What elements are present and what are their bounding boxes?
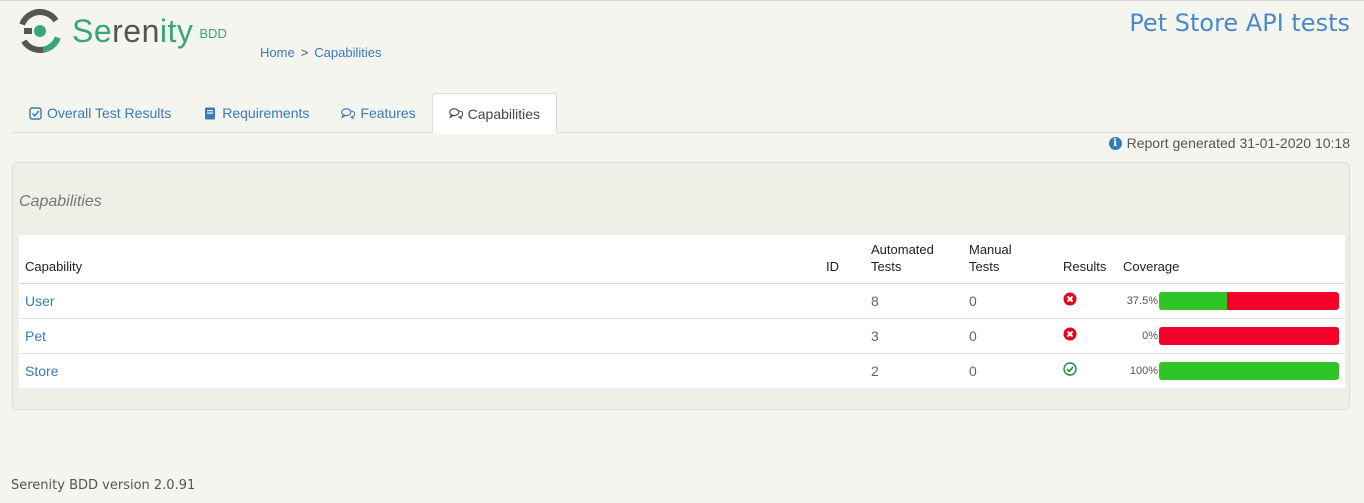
column-header-results[interactable]: Results (1057, 235, 1117, 284)
table-row: User 8 0 37.5% (19, 283, 1345, 319)
column-header-coverage[interactable]: Coverage (1117, 235, 1345, 284)
coverage-bar-fill (1159, 361, 1339, 380)
result-cell (1057, 283, 1117, 319)
capabilities-table: Capability ID Automated Tests Manual Tests… (19, 235, 1345, 388)
coverage-cell: 0% (1117, 318, 1345, 354)
tab-label: Overall Test Results (47, 105, 172, 121)
tab-label: Capabilities (467, 105, 541, 122)
capability-link-store[interactable]: Store (25, 363, 58, 379)
capability-link-user[interactable]: User (25, 293, 55, 309)
logo-bdd: BDD (199, 25, 227, 41)
logo-wordmark: Serenity (72, 12, 194, 49)
capability-name[interactable]: User (19, 283, 815, 319)
coverage-bar (1159, 361, 1339, 380)
serenity-logo[interactable]: Serenity BDD (16, 7, 227, 55)
coverage-cell: 100% (1117, 353, 1345, 388)
automated-tests-count: 8 (845, 283, 963, 319)
table-row: Pet 3 0 0% (19, 318, 1345, 354)
coverage-percent: 100% (1129, 364, 1158, 377)
tab-label: Requirements (222, 105, 310, 121)
report-generated-text: Report generated 31-01-2020 10:18 (1126, 135, 1350, 151)
result-cell (1057, 353, 1117, 388)
tab-capabilities[interactable]: Capabilities (431, 93, 558, 134)
table-header-row: Capability ID Automated Tests Manual Tests… (19, 235, 1345, 284)
tab-features[interactable]: Features (325, 93, 431, 133)
info-icon: i (1108, 136, 1122, 150)
version-footer: Serenity BDD version 2.0.91 (11, 478, 196, 493)
comments-icon (448, 107, 463, 121)
manual-tests-count: 0 (963, 318, 1057, 354)
column-header-id[interactable]: ID (815, 235, 845, 284)
automated-tests-count: 3 (845, 318, 963, 354)
coverage-cell: 37.5% (1117, 283, 1345, 319)
book-icon (203, 106, 217, 120)
project-title: Pet Store API tests (1129, 9, 1350, 37)
column-header-manual-tests[interactable]: Manual Tests (963, 235, 1057, 284)
tab-overall-test-results[interactable]: Overall Test Results (12, 93, 187, 133)
failure-icon (1063, 292, 1077, 306)
capabilities-panel: Capabilities Capability ID Automated Test… (12, 162, 1350, 410)
capability-id (815, 353, 845, 388)
column-header-automated-tests[interactable]: Automated Tests (845, 235, 963, 284)
capability-id (815, 283, 845, 319)
capability-name[interactable]: Store (19, 353, 815, 388)
main-tabs: Overall Test Results Requirements Featur… (12, 93, 1350, 134)
report-generated: i Report generated 31-01-2020 10:18 (1108, 135, 1350, 151)
breadcrumb-separator: > (300, 45, 309, 60)
coverage-bar (1159, 291, 1339, 310)
breadcrumb-current[interactable]: Capabilities (314, 45, 381, 60)
capabilities-table-wrapper: Capability ID Automated Tests Manual Tests… (19, 235, 1345, 388)
capability-link-pet[interactable]: Pet (25, 328, 46, 344)
checkbox-icon (28, 106, 42, 120)
manual-tests-count: 0 (963, 283, 1057, 319)
comments-icon (341, 106, 356, 120)
automated-tests-count: 2 (871, 362, 879, 379)
result-cell (1057, 318, 1117, 354)
tab-label: Features (360, 105, 416, 121)
coverage-percent: 37.5% (1126, 294, 1158, 307)
tab-requirements[interactable]: Requirements (187, 93, 325, 133)
column-header-capability[interactable]: Capability (19, 235, 815, 284)
success-icon (1063, 362, 1077, 376)
serenity-logo-icon (18, 8, 62, 53)
capability-name[interactable]: Pet (19, 318, 815, 354)
coverage-bar (1159, 326, 1339, 345)
capability-id (815, 318, 845, 354)
breadcrumb-home[interactable]: Home (260, 45, 295, 60)
panel-title: Capabilities (19, 193, 102, 210)
breadcrumb: Home > Capabilities (260, 45, 381, 60)
manual-tests-count: 0 (969, 362, 977, 379)
coverage-percent: 0% (1142, 329, 1158, 342)
failure-icon (1063, 327, 1077, 341)
table-row: Store 2 0 100% (19, 353, 1345, 388)
coverage-bar-fill (1159, 291, 1227, 310)
